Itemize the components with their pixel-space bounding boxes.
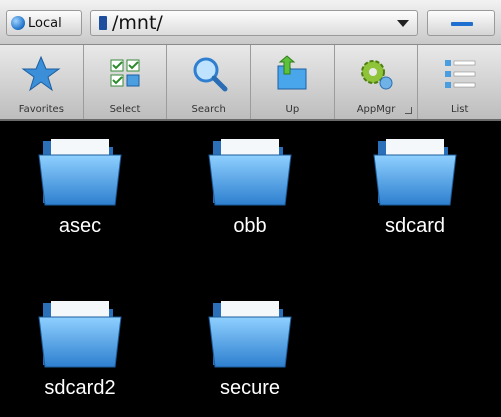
list-button[interactable]: List xyxy=(418,45,501,119)
folder-icon xyxy=(373,139,457,206)
up-button[interactable]: Up xyxy=(251,45,335,119)
chevron-down-icon xyxy=(397,20,409,27)
folder-name: secure xyxy=(219,377,281,399)
globe-icon xyxy=(11,16,25,30)
minus-icon xyxy=(451,22,473,26)
favorites-label: Favorites xyxy=(18,104,64,115)
appmgr-button[interactable]: AppMgr xyxy=(335,45,419,119)
folder-icon xyxy=(38,139,122,206)
folder-icon xyxy=(208,139,292,206)
folder-item[interactable]: secure xyxy=(185,293,315,400)
star-icon xyxy=(21,55,61,92)
folder-name: obb xyxy=(233,215,267,237)
path-dropdown[interactable]: /mnt/ xyxy=(90,10,418,36)
collapse-button[interactable] xyxy=(427,10,495,36)
folder-icon xyxy=(38,301,122,368)
folder-up-icon xyxy=(277,55,307,90)
folder-name: sdcard xyxy=(384,215,446,237)
folder-icon xyxy=(208,301,292,368)
toolbar: Favorites Select Search Up AppMgr List xyxy=(0,45,501,121)
folder-name: asec xyxy=(58,215,102,237)
folder-item[interactable]: sdcard2 xyxy=(15,293,145,400)
local-button[interactable]: Local xyxy=(6,10,82,36)
folder-name: sdcard2 xyxy=(44,377,116,399)
current-path: /mnt/ xyxy=(112,12,163,34)
folder-item[interactable]: sdcard xyxy=(350,131,480,238)
file-grid: asec obb sdcard sdcard2 secure xyxy=(0,121,501,417)
local-label: Local xyxy=(28,15,62,31)
select-label: Select xyxy=(109,104,141,115)
location-bar: Local /mnt/ xyxy=(0,0,501,45)
search-button[interactable]: Search xyxy=(167,45,252,119)
list-label: List xyxy=(450,104,469,115)
folder-item[interactable]: obb xyxy=(185,131,315,238)
up-label: Up xyxy=(285,104,300,115)
search-label: Search xyxy=(191,104,226,115)
list-icon xyxy=(444,60,475,88)
select-button[interactable]: Select xyxy=(84,45,168,119)
gear-icon xyxy=(361,60,393,90)
favorites-button[interactable]: Favorites xyxy=(0,45,84,119)
submenu-corner-icon xyxy=(405,107,413,114)
select-grid-icon xyxy=(110,59,140,87)
folder-item[interactable]: asec xyxy=(15,131,145,238)
magnifier-icon xyxy=(193,57,228,92)
sdcard-icon xyxy=(99,16,107,30)
